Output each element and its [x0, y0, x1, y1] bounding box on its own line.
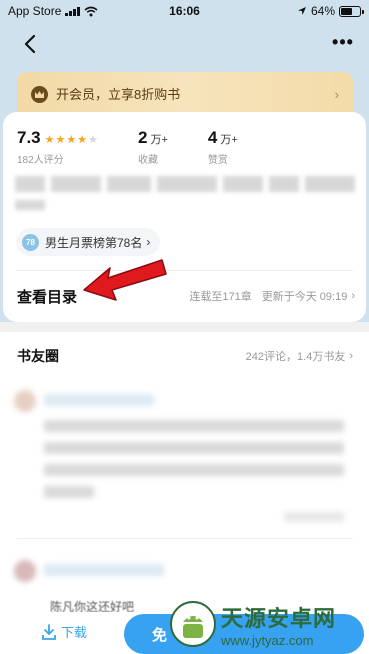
- divider: [16, 270, 353, 271]
- blurred-username: [44, 394, 154, 406]
- likes-number: 4: [207, 128, 218, 147]
- star-icon: ★: [66, 134, 77, 146]
- divider: [17, 538, 353, 539]
- favorites-unit: 万+: [150, 134, 168, 146]
- rank-text: 男生月票榜第78名: [45, 235, 143, 250]
- likes-stat: 4 万+ 赞赏: [208, 128, 238, 166]
- favorites-label: 收藏: [138, 155, 159, 166]
- star-empty-icon: ★: [88, 134, 99, 146]
- download-icon: [42, 623, 56, 640]
- status-time: 16:06: [169, 4, 200, 18]
- table-of-contents-row[interactable]: 查看目录 连载至171章 更新于今天 09:19 ›: [17, 280, 355, 312]
- avatar: [14, 560, 36, 582]
- blurred-description-line: [15, 200, 45, 210]
- rank-chip[interactable]: 78 男生月票榜第78名 ›: [16, 228, 161, 256]
- avatar: [14, 390, 36, 412]
- star-icon: ★: [44, 134, 55, 146]
- vip-banner-text: 开会员，立享8折购书: [56, 87, 181, 102]
- watermark-text: 天源安卓网 www.jytyaz.com: [221, 601, 336, 648]
- battery-icon: [339, 5, 364, 17]
- star-half-icon: ★: [77, 134, 88, 146]
- blurred-comment-line: [44, 420, 344, 432]
- book-circle-title: 书友圈: [17, 348, 59, 364]
- blurred-comment-line: [44, 464, 344, 476]
- toc-update-time: 更新于今天 09:19: [261, 291, 348, 303]
- favorites-number: 2: [138, 128, 148, 147]
- android-logo-icon: [170, 601, 216, 647]
- nav-bar: •••: [0, 28, 369, 60]
- star-icon: ★: [55, 134, 66, 146]
- crown-icon: [31, 86, 48, 103]
- book-circle-header[interactable]: 书友圈 242评论，1.4万书友 ›: [17, 346, 353, 366]
- watermark-name: 天源安卓网: [221, 606, 337, 632]
- rank-badge: 78: [22, 233, 39, 251]
- chevron-right-icon: ›: [351, 290, 355, 302]
- chevron-right-icon: ›: [334, 87, 339, 102]
- favorites-stat: 2 万+ 收藏: [138, 128, 168, 166]
- blurred-comment-line: [44, 486, 94, 498]
- download-button[interactable]: 下载: [42, 622, 87, 641]
- toc-title: 查看目录: [17, 288, 78, 306]
- status-bar: App Store 16:06 64%: [0, 0, 369, 22]
- section-gap: [0, 322, 369, 332]
- rating-stat[interactable]: 7.3 ★ ★ ★ ★ ★ 182人评分: [17, 128, 98, 166]
- likes-unit: 万+: [220, 134, 238, 146]
- toc-serial-status: 连载至171章: [189, 291, 252, 303]
- back-icon[interactable]: [20, 32, 42, 56]
- chevron-right-icon: ›: [146, 235, 151, 249]
- watermark-url: www.jytyaz.com: [221, 632, 314, 648]
- red-pointer-arrow-icon: [83, 259, 167, 301]
- blurred-description: [15, 176, 355, 192]
- rating-stars: ★ ★ ★ ★ ★: [45, 133, 98, 146]
- free-read-label: 免: [152, 626, 168, 644]
- stats-row: 7.3 ★ ★ ★ ★ ★ 182人评分 2 万+ 收藏 4 万+ 赞赏: [17, 128, 278, 166]
- likes-label: 赞赏: [207, 155, 228, 166]
- rating-count: 182人评分: [17, 155, 64, 166]
- download-label: 下载: [61, 625, 88, 640]
- more-icon[interactable]: •••: [331, 33, 355, 54]
- blurred-meta: [284, 512, 344, 522]
- toc-info: 连载至171章 更新于今天 09:19: [189, 288, 347, 304]
- book-info-card: 7.3 ★ ★ ★ ★ ★ 182人评分 2 万+ 收藏 4 万+ 赞赏 78 …: [3, 112, 366, 322]
- blurred-comment-line: [44, 442, 344, 454]
- rating-value: 7.3: [17, 128, 41, 147]
- blurred-username: [44, 564, 164, 576]
- book-circle-info: 242评论，1.4万书友: [245, 351, 346, 363]
- watermark: 天源安卓网 www.jytyaz.com: [169, 598, 365, 650]
- chevron-right-icon: ›: [349, 350, 353, 362]
